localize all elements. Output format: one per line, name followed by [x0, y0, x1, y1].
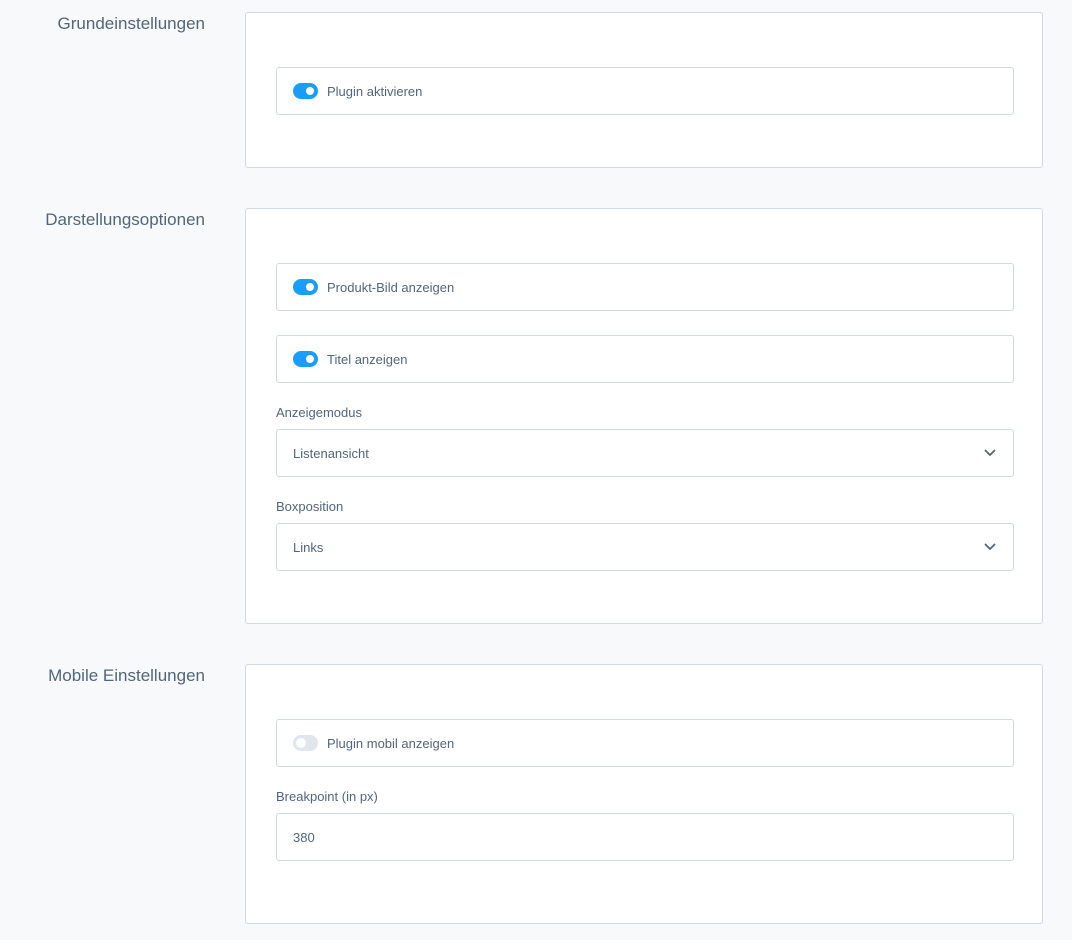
box-position-label: Boxposition: [276, 499, 344, 514]
box-position-select[interactable]: Links: [276, 523, 1014, 571]
display-mode-select[interactable]: Listenansicht: [276, 429, 1014, 477]
display-mode-label: Anzeigemodus: [276, 405, 362, 420]
show-mobile-toggle[interactable]: [293, 735, 318, 751]
toggle-row-show-title[interactable]: Titel anzeigen: [276, 335, 1014, 383]
plugin-active-toggle[interactable]: [293, 83, 318, 99]
chevron-down-icon: [983, 540, 997, 554]
toggle-row-plugin-active[interactable]: Plugin aktivieren: [276, 67, 1014, 115]
chevron-down-icon: [983, 446, 997, 460]
section-title-basic: Grundeinstellungen: [57, 14, 205, 33]
card-basic: Plugin aktivieren: [245, 12, 1043, 168]
breakpoint-label: Breakpoint (in px): [276, 789, 378, 804]
show-image-label: Produkt-Bild anzeigen: [327, 279, 455, 295]
breakpoint-input[interactable]: [293, 829, 997, 845]
card-display: Produkt-Bild anzeigen Titel anzeigen Anz…: [245, 208, 1043, 624]
section-title-display: Darstellungsoptionen: [45, 210, 205, 229]
section-title-mobile: Mobile Einstellungen: [48, 666, 205, 685]
toggle-row-show-mobile[interactable]: Plugin mobil anzeigen: [276, 719, 1014, 767]
show-mobile-label: Plugin mobil anzeigen: [327, 735, 455, 751]
plugin-active-label: Plugin aktivieren: [327, 83, 423, 99]
show-title-toggle[interactable]: [293, 351, 318, 367]
box-position-value: Links: [293, 539, 324, 555]
card-mobile: Plugin mobil anzeigen Breakpoint (in px): [245, 664, 1043, 924]
breakpoint-field[interactable]: [276, 813, 1014, 861]
settings-page: Grundeinstellungen Plugin aktivieren Dar…: [0, 0, 1072, 940]
display-mode-value: Listenansicht: [293, 445, 369, 461]
show-image-toggle[interactable]: [293, 279, 318, 295]
show-title-label: Titel anzeigen: [327, 351, 408, 367]
toggle-row-show-image[interactable]: Produkt-Bild anzeigen: [276, 263, 1014, 311]
